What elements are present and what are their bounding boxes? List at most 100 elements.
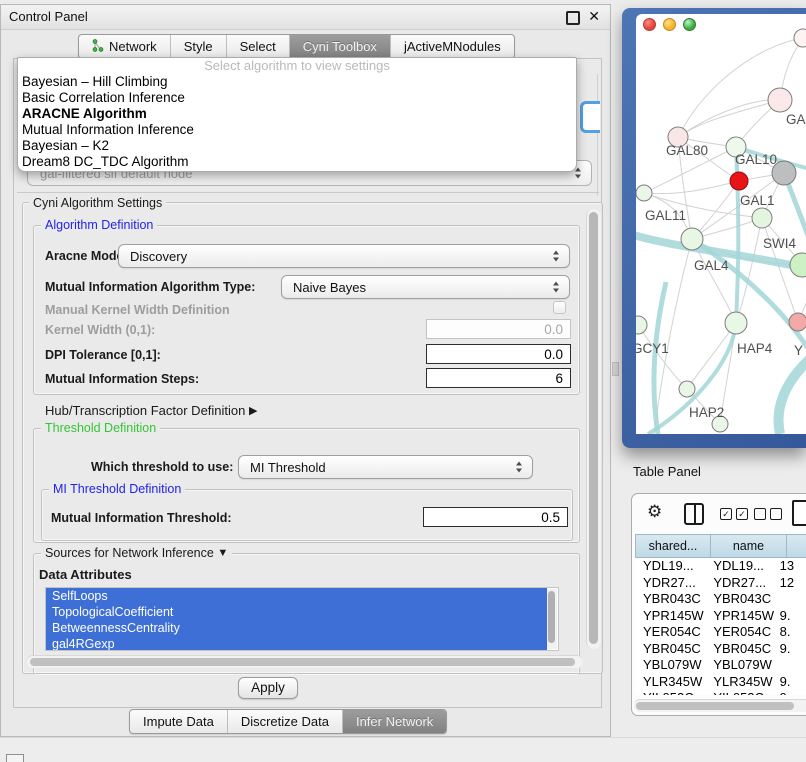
- table-row[interactable]: YDR27...YDR27...12: [635, 575, 806, 592]
- kernel-width-label: Kernel Width (0,1):: [45, 323, 155, 337]
- tab-discretize-data[interactable]: Discretize Data: [227, 710, 342, 733]
- network-node[interactable]: [789, 313, 806, 331]
- column-header-name[interactable]: name: [711, 534, 787, 558]
- network-node[interactable]: [790, 253, 806, 277]
- tab-select[interactable]: Select: [226, 35, 289, 58]
- network-node[interactable]: [794, 29, 806, 47]
- table-row[interactable]: YBR043CYBR043C: [635, 591, 806, 608]
- algorithm-option-bayesian-k2[interactable]: Bayesian – K2: [18, 138, 576, 154]
- columns-icon[interactable]: [684, 503, 704, 525]
- network-node[interactable]: [679, 381, 695, 397]
- control-panel-titlebar: Control Panel ✕: [1, 5, 610, 30]
- float-window-icon[interactable]: [566, 11, 580, 25]
- table-row[interactable]: YBL079WYBL079W: [635, 657, 806, 674]
- tab-cyni-toolbox[interactable]: Cyni Toolbox: [289, 35, 390, 58]
- list-scrollbar[interactable]: [547, 589, 557, 649]
- kernel-width-field[interactable]: [426, 319, 571, 339]
- mi-steps-field[interactable]: [426, 368, 571, 388]
- checked-boxes-icon[interactable]: ✓✓: [720, 508, 748, 520]
- tab-label: jActiveMNodules: [404, 39, 501, 54]
- table-row[interactable]: YIL052CYIL052C9: [635, 690, 806, 695]
- algorithm-option-bayesian-hill-climbing[interactable]: Bayesian – Hill Climbing: [18, 74, 576, 90]
- popup-placeholder: Select algorithm to view settings: [18, 58, 576, 74]
- table-row[interactable]: YBR045CYBR045C9.: [635, 641, 806, 658]
- tab-infer-network[interactable]: Infer Network: [342, 710, 446, 733]
- tab-label: Network: [109, 39, 157, 54]
- table-row[interactable]: YLR345WYLR345W9.: [635, 674, 806, 691]
- tab-label: Cyni Toolbox: [303, 39, 377, 54]
- mi-algorithm-type-combo[interactable]: Naive Bayes: [281, 275, 570, 299]
- table-cell: 13: [776, 558, 806, 575]
- unchecked-boxes-icon[interactable]: [754, 508, 782, 520]
- sources-title-text: Sources for Network Inference: [45, 546, 214, 560]
- settings-vertical-scrollbar[interactable]: [586, 209, 601, 649]
- aracne-mode-value: Discovery: [130, 249, 187, 264]
- close-traffic-light-icon[interactable]: [643, 18, 656, 31]
- network-node[interactable]: [752, 208, 772, 228]
- which-threshold-combo[interactable]: MI Threshold: [238, 455, 533, 479]
- dpi-tolerance-field[interactable]: [426, 344, 571, 364]
- right-triangle-icon[interactable]: ▶: [249, 404, 257, 417]
- file-icon[interactable]: [792, 500, 806, 526]
- minimize-traffic-light-icon[interactable]: [663, 18, 676, 31]
- attribute-item-betweennesscentrality[interactable]: BetweennessCentrality: [46, 620, 547, 636]
- manual-kernel-checkbox[interactable]: [553, 301, 566, 314]
- algorithm-option-dream8-dc-tdc-algorithm[interactable]: Dream8 DC_TDC Algorithm: [18, 154, 576, 170]
- algorithm-definition-title: Algorithm Definition: [41, 218, 157, 232]
- attribute-item-topologicalcoefficient[interactable]: TopologicalCoefficient: [46, 604, 547, 620]
- zoom-traffic-light-icon[interactable]: [683, 18, 696, 31]
- node-label-gal80: GAL80: [666, 143, 708, 158]
- table-cell: 12: [776, 575, 806, 592]
- gear-icon[interactable]: ⚙: [647, 502, 662, 522]
- network-view-window: GALGAL80GAL10GAL11GAL1SWI4GAL4GCY1HAP4YH…: [622, 8, 806, 448]
- table-cell: YBR045C: [705, 641, 775, 658]
- sources-group-title[interactable]: Sources for Network Inference ▼: [41, 546, 232, 561]
- network-canvas[interactable]: GALGAL80GAL10GAL11GAL1SWI4GAL4GCY1HAP4YH…: [636, 14, 806, 434]
- apply-button[interactable]: Apply: [238, 677, 298, 699]
- algorithm-option-aracne-algorithm[interactable]: ARACNE Algorithm: [18, 106, 576, 122]
- column-header-clipped[interactable]: [787, 534, 806, 558]
- aracne-mode-combo[interactable]: Discovery: [118, 244, 570, 268]
- mi-threshold-group-title: MI Threshold Definition: [49, 482, 185, 496]
- node-label-gal10: GAL10: [735, 152, 777, 167]
- table-row[interactable]: YPR145WYPR145W9.: [635, 608, 806, 625]
- minimized-panel-icon[interactable]: [6, 754, 24, 762]
- table-row[interactable]: YDL19...YDL19...13: [635, 558, 806, 575]
- table-cell: YBL079W: [705, 657, 775, 674]
- mi-threshold-field[interactable]: [423, 507, 568, 527]
- table-row[interactable]: YER054CYER054C8.: [635, 624, 806, 641]
- column-header-shared[interactable]: shared...: [635, 534, 711, 558]
- network-node[interactable]: [768, 88, 792, 112]
- table-cell: 9.: [776, 674, 806, 691]
- cyni-mode-tabs: Impute DataDiscretize DataInfer Network: [129, 709, 447, 734]
- settings-horizontal-scrollbar[interactable]: [27, 655, 583, 668]
- network-node[interactable]: [636, 185, 652, 201]
- hub-section-label[interactable]: Hub/Transcription Factor Definition ▶: [45, 403, 257, 418]
- node-label-gal11: GAL11: [645, 208, 686, 223]
- network-edge: [644, 181, 739, 194]
- focused-combo-fragment[interactable]: [580, 101, 600, 133]
- attribute-item-selfloops[interactable]: SelfLoops: [46, 588, 547, 604]
- table-cell: YDR27...: [705, 575, 775, 592]
- tab-network[interactable]: Network: [79, 35, 170, 58]
- network-node[interactable]: [636, 316, 647, 334]
- data-attributes-list[interactable]: SelfLoopsTopologicalCoefficientBetweenne…: [45, 587, 559, 651]
- network-node[interactable]: [681, 228, 703, 250]
- network-edge: [678, 38, 803, 137]
- down-triangle-icon[interactable]: ▼: [217, 546, 228, 560]
- tab-style[interactable]: Style: [170, 35, 226, 58]
- hub-section-text: Hub/Transcription Factor Definition: [45, 403, 245, 418]
- attribute-item-gal4rgexp[interactable]: gal4RGexp: [46, 636, 547, 651]
- tab-jactivemnodules[interactable]: jActiveMNodules: [390, 35, 514, 58]
- algorithm-option-basic-correlation-inference[interactable]: Basic Correlation Inference: [18, 90, 576, 106]
- algorithm-option-mutual-information-inference[interactable]: Mutual Information Inference: [18, 122, 576, 138]
- network-node[interactable]: [730, 172, 748, 190]
- close-icon[interactable]: ✕: [588, 8, 600, 25]
- table-cell: YBR043C: [635, 591, 705, 608]
- tab-impute-data[interactable]: Impute Data: [130, 710, 227, 733]
- network-edge: [778, 356, 806, 434]
- panel-splitter-handle[interactable]: [612, 362, 619, 376]
- table-horizontal-scrollbar[interactable]: [634, 699, 806, 712]
- network-node[interactable]: [725, 312, 747, 334]
- table-cell: 9.: [776, 641, 806, 658]
